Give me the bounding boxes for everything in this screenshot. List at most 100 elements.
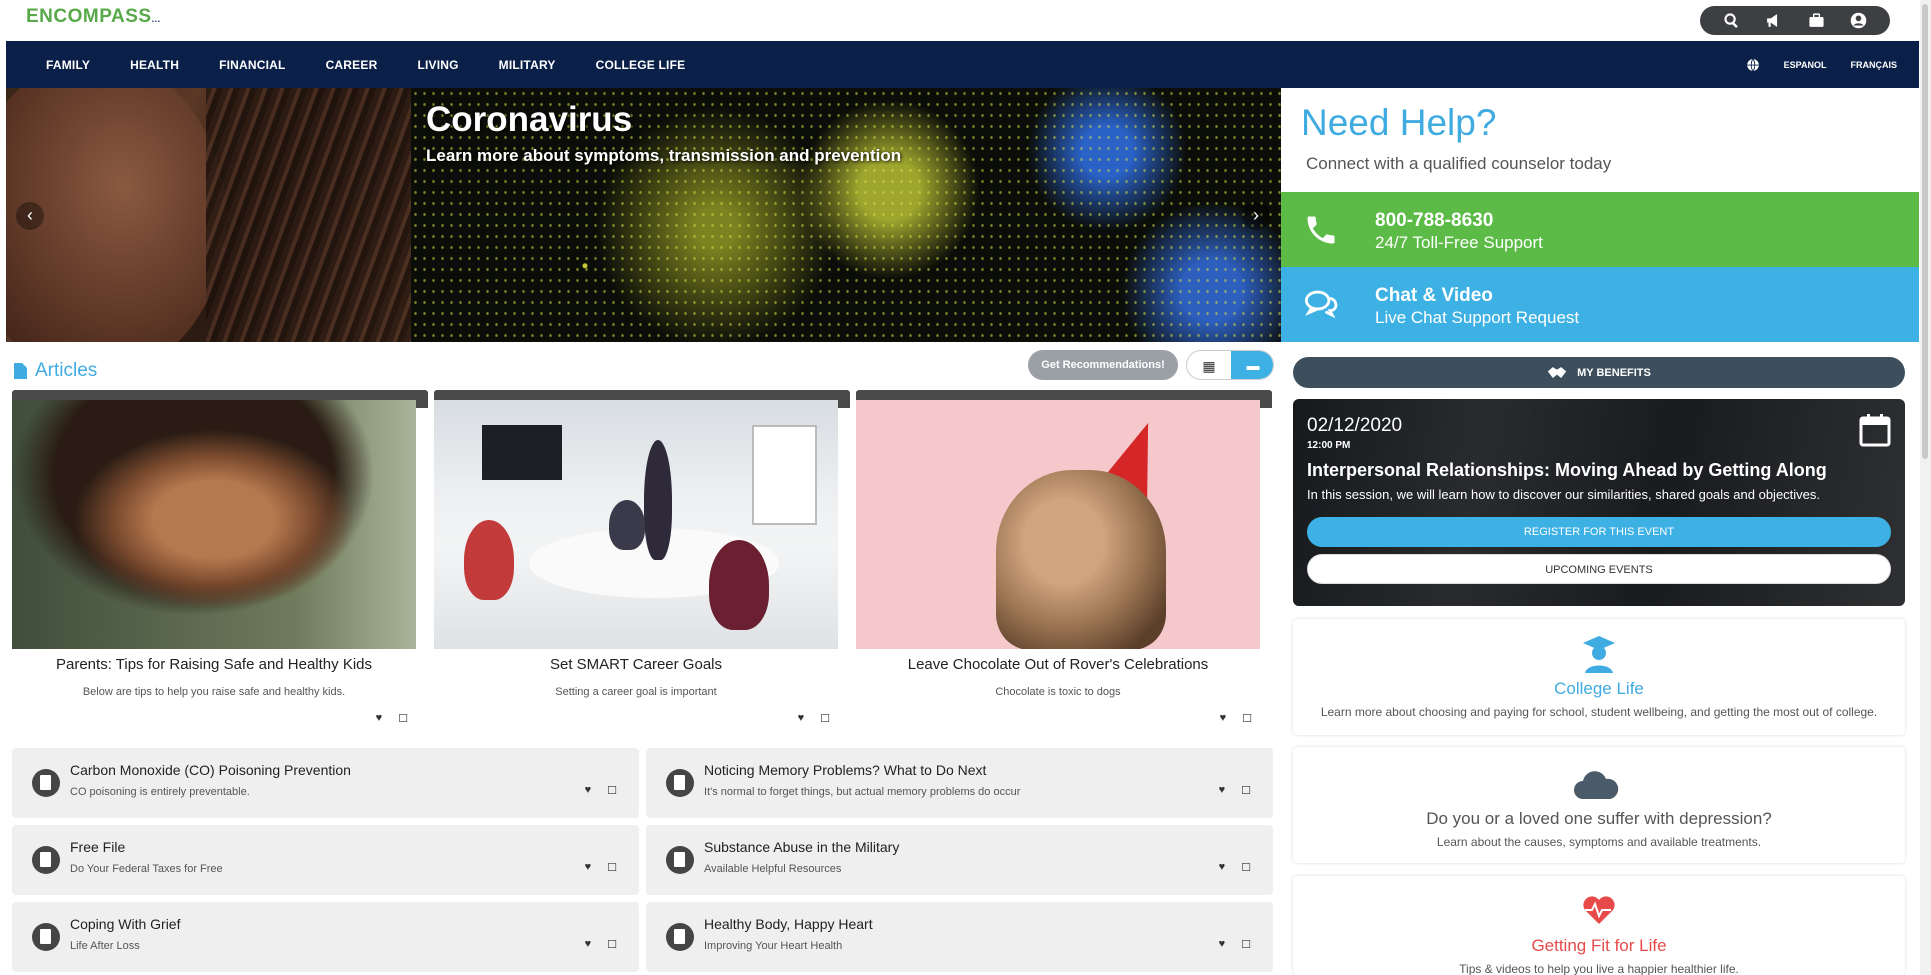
promo-title[interactable]: Getting Fit for Life bbox=[1293, 936, 1905, 956]
graduate-icon bbox=[1583, 636, 1615, 673]
list-item-title[interactable]: Healthy Body, Happy Heart bbox=[704, 916, 873, 932]
list-item-title[interactable]: Free File bbox=[70, 839, 125, 855]
hero-carousel: Coronavirus Learn more about symptoms, t… bbox=[6, 88, 1281, 342]
list-item[interactable]: Carbon Monoxide (CO) Poisoning Preventio… bbox=[12, 748, 639, 818]
list-item[interactable]: Free File Do Your Federal Taxes for Free… bbox=[12, 825, 639, 895]
article-desc: Chocolate is toxic to dogs bbox=[995, 686, 1121, 698]
search-icon[interactable] bbox=[1723, 12, 1740, 29]
list-item[interactable]: Healthy Body, Happy Heart Improving Your… bbox=[646, 902, 1273, 972]
event-title[interactable]: Interpersonal Relationships: Moving Ahea… bbox=[1307, 460, 1827, 481]
promo-title[interactable]: College Life bbox=[1293, 679, 1905, 699]
nav-item-career[interactable]: CAREER bbox=[326, 58, 378, 72]
chat-video-button[interactable]: Chat & Video Live Chat Support Request bbox=[1281, 267, 1919, 342]
bookmark-icon[interactable]: ☐ bbox=[1242, 712, 1252, 725]
bookmark-icon[interactable]: ☐ bbox=[820, 712, 830, 725]
document-icon bbox=[32, 923, 60, 951]
heart-icon[interactable]: ♥ bbox=[1219, 861, 1226, 874]
heart-icon[interactable]: ♥ bbox=[376, 712, 383, 725]
article-title[interactable]: Set SMART Career Goals bbox=[434, 656, 838, 673]
bookmark-icon[interactable]: ☐ bbox=[607, 861, 617, 874]
article-image bbox=[434, 400, 838, 649]
hero-subtitle[interactable]: Learn more about symptoms, transmission … bbox=[426, 146, 901, 166]
document-icon bbox=[666, 923, 694, 951]
top-bar: ENCOMPASS... bbox=[0, 0, 1931, 40]
promo-fitness[interactable]: Getting Fit for Life Tips & videos to he… bbox=[1293, 876, 1905, 975]
heart-icon[interactable]: ♥ bbox=[1219, 938, 1226, 951]
list-item-desc: Life After Loss bbox=[70, 940, 140, 952]
list-item[interactable]: Noticing Memory Problems? What to Do Nex… bbox=[646, 748, 1273, 818]
upcoming-events-button[interactable]: UPCOMING EVENTS bbox=[1307, 554, 1891, 584]
cloud-icon bbox=[1574, 771, 1619, 799]
heart-icon[interactable]: ♥ bbox=[585, 861, 592, 874]
bookmark-icon[interactable]: ☐ bbox=[398, 712, 408, 725]
carousel-next-button[interactable]: › bbox=[1242, 202, 1270, 230]
phone-support-button[interactable]: 800-788-8630 24/7 Toll-Free Support bbox=[1281, 192, 1919, 267]
list-item-title[interactable]: Substance Abuse in the Military bbox=[704, 839, 899, 855]
heart-icon[interactable]: ♥ bbox=[798, 712, 805, 725]
article-image bbox=[856, 400, 1260, 649]
event-time: 12:00 PM bbox=[1307, 440, 1351, 451]
chat-icon bbox=[1304, 290, 1338, 319]
document-icon bbox=[666, 769, 694, 797]
list-item-title[interactable]: Noticing Memory Problems? What to Do Nex… bbox=[704, 762, 986, 778]
hero-title[interactable]: Coronavirus bbox=[426, 100, 632, 140]
article-card[interactable]: Parents: Tips for Raising Safe and Healt… bbox=[12, 390, 428, 736]
article-title[interactable]: Parents: Tips for Raising Safe and Healt… bbox=[12, 656, 416, 673]
event-desc: In this session, we will learn how to di… bbox=[1307, 487, 1821, 502]
lang-francais[interactable]: FRANÇAIS bbox=[1851, 60, 1898, 70]
vertical-scrollbar[interactable] bbox=[1920, 0, 1931, 975]
promo-college-life[interactable]: College Life Learn more about choosing a… bbox=[1293, 619, 1905, 735]
user-icon[interactable] bbox=[1850, 12, 1867, 29]
phone-label: 24/7 Toll-Free Support bbox=[1375, 233, 1543, 252]
bookmark-icon[interactable]: ☐ bbox=[607, 938, 617, 951]
phone-number: 800-788-8630 bbox=[1375, 210, 1494, 231]
my-benefits-button[interactable]: MY BENEFITS bbox=[1293, 357, 1905, 388]
get-recommendations-button[interactable]: Get Recommendations! bbox=[1028, 350, 1178, 380]
list-view-icon[interactable]: ▬ bbox=[1231, 351, 1273, 379]
logo[interactable]: ENCOMPASS... bbox=[26, 6, 161, 28]
document-icon bbox=[14, 363, 27, 379]
need-help-subtitle: Connect with a qualified counselor today bbox=[1306, 154, 1612, 173]
megaphone-icon[interactable] bbox=[1765, 12, 1782, 29]
list-item-title[interactable]: Carbon Monoxide (CO) Poisoning Preventio… bbox=[70, 762, 351, 778]
briefcase-icon[interactable] bbox=[1808, 12, 1825, 29]
nav-item-military[interactable]: MILITARY bbox=[499, 58, 556, 72]
article-desc: Setting a career goal is important bbox=[555, 686, 717, 698]
list-item-desc: Improving Your Heart Health bbox=[704, 940, 843, 952]
article-title[interactable]: Leave Chocolate Out of Rover's Celebrati… bbox=[856, 656, 1260, 673]
document-icon bbox=[32, 769, 60, 797]
nav-item-college-life[interactable]: COLLEGE LIFE bbox=[596, 58, 686, 72]
grid-view-icon[interactable]: ▦ bbox=[1187, 351, 1231, 379]
nav-item-living[interactable]: LIVING bbox=[417, 58, 458, 72]
list-item-desc: Do Your Federal Taxes for Free bbox=[70, 863, 223, 875]
list-item-desc: It's normal to forget things, but actual… bbox=[704, 786, 1021, 798]
main-nav: FAMILY HEALTH FINANCIAL CAREER LIVING MI… bbox=[6, 41, 1919, 88]
nav-item-family[interactable]: FAMILY bbox=[46, 58, 90, 72]
hero-image-left bbox=[6, 88, 416, 342]
promo-depression[interactable]: Do you or a loved one suffer with depres… bbox=[1293, 747, 1905, 863]
carousel-prev-button[interactable]: ‹ bbox=[16, 202, 44, 230]
list-item-title[interactable]: Coping With Grief bbox=[70, 916, 180, 932]
lang-espanol[interactable]: ESPANOL bbox=[1784, 60, 1827, 70]
bookmark-icon[interactable]: ☐ bbox=[607, 784, 617, 797]
register-event-button[interactable]: REGISTER FOR THIS EVENT bbox=[1307, 517, 1891, 547]
bookmark-icon[interactable]: ☐ bbox=[1241, 861, 1251, 874]
nav-item-health[interactable]: HEALTH bbox=[130, 58, 179, 72]
chat-label: Live Chat Support Request bbox=[1375, 308, 1580, 327]
event-card: 02/12/2020 12:00 PM Interpersonal Relati… bbox=[1293, 399, 1905, 606]
heart-icon[interactable]: ♥ bbox=[585, 784, 592, 797]
promo-title[interactable]: Do you or a loved one suffer with depres… bbox=[1293, 809, 1905, 829]
article-card[interactable]: Leave Chocolate Out of Rover's Celebrati… bbox=[856, 390, 1272, 736]
heart-icon[interactable]: ♥ bbox=[1220, 712, 1227, 725]
list-item[interactable]: Substance Abuse in the Military Availabl… bbox=[646, 825, 1273, 895]
list-item[interactable]: Coping With Grief Life After Loss ♥ ☐ bbox=[12, 902, 639, 972]
heart-icon[interactable]: ♥ bbox=[585, 938, 592, 951]
bookmark-icon[interactable]: ☐ bbox=[1241, 784, 1251, 797]
heart-icon[interactable]: ♥ bbox=[1219, 784, 1226, 797]
document-icon bbox=[666, 846, 694, 874]
heartbeat-icon bbox=[1583, 896, 1615, 924]
bookmark-icon[interactable]: ☐ bbox=[1241, 938, 1251, 951]
article-image bbox=[12, 400, 416, 649]
nav-item-financial[interactable]: FINANCIAL bbox=[219, 58, 285, 72]
article-card[interactable]: Set SMART Career Goals Setting a career … bbox=[434, 390, 850, 736]
